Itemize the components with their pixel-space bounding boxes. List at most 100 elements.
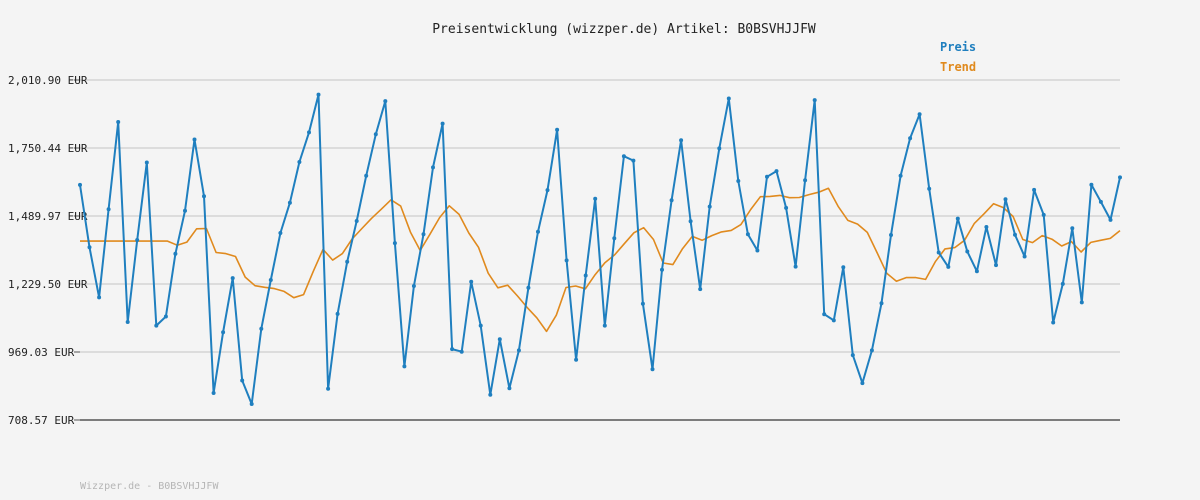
data-point: [736, 179, 741, 183]
series-preis: [78, 92, 1122, 406]
data-point: [965, 249, 970, 254]
y-tick-label: 1,229.50 EUR: [8, 278, 88, 291]
data-point: [240, 378, 245, 383]
data-point: [984, 225, 989, 229]
data-point: [974, 269, 979, 274]
data-point: [221, 330, 226, 335]
data-point: [307, 130, 311, 135]
data-point: [1118, 175, 1122, 180]
data-point: [688, 219, 693, 224]
data-point: [1041, 212, 1046, 217]
data-point: [1089, 182, 1094, 187]
data-point: [564, 258, 569, 263]
data-point: [1051, 320, 1056, 325]
data-point: [1108, 217, 1113, 222]
y-tick-label: 708.57 EUR: [8, 414, 75, 427]
data-point: [555, 127, 560, 132]
data-point: [631, 158, 636, 163]
data-point: [392, 241, 397, 246]
data-point: [230, 276, 235, 281]
data-point: [354, 219, 359, 223]
data-point: [650, 367, 655, 372]
data-point: [860, 381, 865, 386]
data-point: [154, 323, 159, 328]
data-point: [726, 96, 731, 101]
data-point: [383, 99, 388, 104]
data-point: [927, 186, 932, 191]
data-point: [812, 98, 817, 103]
data-point: [669, 198, 674, 203]
data-point: [755, 248, 760, 253]
data-point: [297, 160, 302, 164]
data-point: [249, 402, 254, 406]
data-point: [574, 357, 579, 362]
data-point: [488, 392, 493, 397]
data-point: [698, 287, 703, 292]
data-point: [869, 348, 874, 353]
grid-lines: [74, 79, 1120, 421]
data-point: [1032, 187, 1037, 192]
data-point: [268, 278, 273, 282]
data-point: [879, 301, 884, 306]
data-point: [345, 259, 350, 264]
data-point: [889, 233, 893, 237]
data-point: [745, 232, 750, 237]
data-point: [78, 182, 82, 187]
data-point: [908, 136, 913, 141]
data-point: [116, 120, 121, 124]
data-point: [841, 265, 846, 270]
data-point: [994, 263, 998, 268]
data-point: [660, 267, 664, 272]
y-tick-label: 1,750.44 EUR: [8, 142, 88, 155]
data-point: [125, 320, 130, 324]
data-point: [1013, 232, 1017, 237]
data-point: [946, 264, 951, 269]
data-point: [135, 238, 140, 242]
data-point: [459, 349, 464, 354]
data-point: [602, 323, 607, 328]
price-chart: Preisentwicklung (wizzper.de) Artikel: B…: [8, 22, 1122, 427]
data-point: [640, 301, 645, 306]
data-point: [621, 154, 626, 159]
data-point: [707, 204, 712, 209]
data-point: [202, 194, 206, 199]
data-point: [516, 348, 521, 353]
data-point: [211, 391, 216, 395]
data-point: [1098, 199, 1103, 204]
data-point: [1003, 197, 1008, 202]
data-point: [774, 169, 779, 174]
data-point: [545, 188, 550, 193]
data-point: [144, 160, 149, 165]
y-tick-label: 1,489.97 EUR: [8, 210, 88, 223]
data-point: [183, 208, 187, 213]
data-point: [850, 353, 855, 358]
data-point: [106, 207, 111, 212]
data-point: [259, 326, 264, 331]
data-point: [593, 196, 598, 201]
data-point: [364, 173, 369, 178]
data-point: [440, 121, 445, 126]
data-point: [373, 132, 378, 137]
data-point: [583, 273, 588, 278]
data-point: [326, 386, 331, 391]
data-point: [803, 178, 808, 183]
data-point: [1079, 300, 1084, 305]
data-point: [431, 165, 435, 170]
chart-title: Preisentwicklung (wizzper.de) Artikel: B…: [432, 22, 816, 37]
data-point: [87, 245, 92, 250]
data-point: [898, 173, 903, 178]
data-point: [421, 232, 426, 237]
data-point: [507, 386, 512, 391]
data-point: [469, 279, 474, 284]
y-axis-tick-labels: 2,010.90 EUR 1,750.44 EUR 1,489.97 EUR 1,22…: [8, 74, 88, 427]
data-point: [526, 285, 531, 290]
data-point: [955, 216, 960, 221]
data-point: [717, 146, 722, 151]
data-point: [97, 295, 102, 300]
data-point: [822, 312, 827, 317]
data-point: [936, 250, 941, 255]
data-point: [316, 92, 321, 97]
series-line-preis: [79, 93, 1121, 405]
legend-trend: Trend: [940, 60, 976, 74]
data-point: [173, 251, 178, 256]
